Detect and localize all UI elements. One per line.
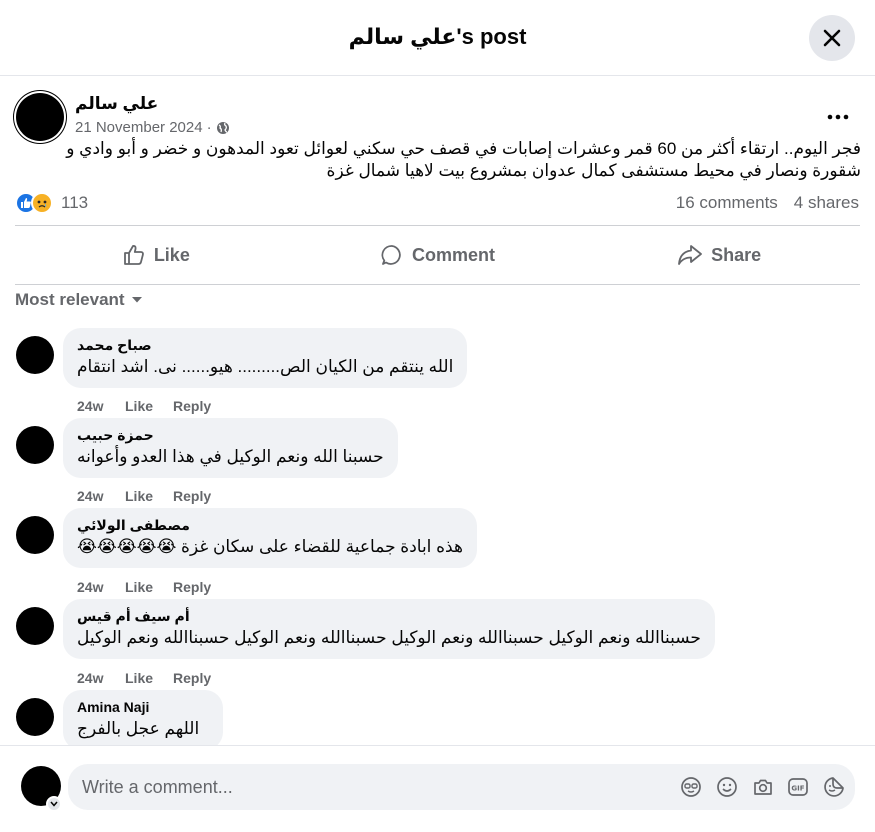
post-meta: 21 November 2024 · xyxy=(75,118,230,138)
comment-text: اللهم عجل بالفرج xyxy=(77,719,200,738)
close-button[interactable] xyxy=(809,15,855,61)
share-button[interactable]: Share xyxy=(578,226,860,284)
comment-time[interactable]: 24w xyxy=(77,579,125,595)
post-text: فجر اليوم.. ارتقاء أكثر من 60 قمر وعشرات… xyxy=(66,139,861,180)
author-avatar[interactable] xyxy=(16,93,64,141)
comment-bubble: مصطفى الولائي هذه ابادة جماعية للقضاء عل… xyxy=(63,508,477,568)
share-label: Share xyxy=(711,244,762,265)
svg-text:GIF: GIF xyxy=(791,785,804,793)
comment-like-button[interactable]: Like xyxy=(125,398,173,414)
comment-like-button[interactable]: Like xyxy=(125,488,173,504)
reactions-summary[interactable]: 113 xyxy=(15,192,88,214)
sticker-icon xyxy=(824,777,844,797)
commenter-name[interactable]: مصطفى الولائي xyxy=(77,516,463,534)
comment-bubble: Amina Naji اللهم عجل بالفرج xyxy=(63,690,224,745)
gif-button[interactable]: GIF xyxy=(786,775,810,799)
more-icon xyxy=(827,114,849,120)
comment-reply-button[interactable]: Reply xyxy=(173,670,211,686)
close-icon xyxy=(823,29,841,47)
commenter-avatar[interactable] xyxy=(16,607,54,645)
emoji-icon xyxy=(717,777,737,797)
comment-input[interactable] xyxy=(68,764,668,810)
chevron-down-icon xyxy=(50,801,58,807)
comment-reply-button[interactable]: Reply xyxy=(173,398,211,414)
comment-like-button[interactable]: Like xyxy=(125,670,173,686)
comment-meta: 24w Like Reply xyxy=(77,488,211,504)
shares-count[interactable]: 4 shares xyxy=(794,193,859,213)
photo-button[interactable] xyxy=(751,775,775,799)
comment-bubble: حمزة حبيب حسبنا الله ونعم الوكيل في هذا … xyxy=(63,418,398,478)
comment-meta: 24w Like Reply xyxy=(77,398,211,414)
comment-bubble: أم سيف أم قيس حسبناالله ونعم الوكيل حسبن… xyxy=(63,599,715,659)
comment-icon xyxy=(381,245,401,265)
emoji-button[interactable] xyxy=(715,775,739,799)
author-name[interactable]: علي سالم xyxy=(75,93,158,115)
comment-button[interactable]: Comment xyxy=(297,226,579,284)
comment-meta: 24w Like Reply xyxy=(77,670,211,686)
reaction-count: 113 xyxy=(61,193,89,212)
comment-composer: GIF xyxy=(0,745,875,832)
commenter-name[interactable]: صباح محمد xyxy=(77,336,453,354)
comment-time[interactable]: 24w xyxy=(77,670,125,686)
like-button[interactable]: Like xyxy=(15,226,297,284)
commenter-name[interactable]: حمزة حبيب xyxy=(77,426,384,444)
avatar-sticker-button[interactable] xyxy=(679,775,703,799)
engagement-counts: 16 comments 4 shares xyxy=(676,193,859,213)
comment-meta: 24w Like Reply xyxy=(77,579,211,595)
camera-icon xyxy=(754,779,772,795)
commenter-name[interactable]: Amina Naji xyxy=(77,698,199,716)
comment-text: هذه ابادة جماعية للقضاء على سكان غزة 😭😭😭… xyxy=(77,537,463,556)
post-action-bar: Like Comment Share xyxy=(15,225,860,285)
sort-dropdown[interactable]: Most relevant xyxy=(15,289,143,311)
comment-text: حسبناالله ونعم الوكيل حسبناالله ونعم الو… xyxy=(77,628,701,647)
thumbs-up-icon xyxy=(123,245,144,265)
comment-box: GIF xyxy=(68,764,855,810)
comment-time[interactable]: 24w xyxy=(77,488,125,504)
dialog-title: علي سالم's post xyxy=(348,24,527,49)
meta-separator: · xyxy=(206,119,212,136)
sort-label: Most relevant xyxy=(15,290,125,309)
share-icon xyxy=(678,245,703,265)
globe-icon xyxy=(216,122,229,134)
sad-reaction-icon xyxy=(31,192,53,214)
commenter-avatar[interactable] xyxy=(16,516,54,554)
comment-time[interactable]: 24w xyxy=(77,398,125,414)
like-label: Like xyxy=(153,244,190,265)
gif-icon: GIF xyxy=(788,778,808,796)
caret-down-icon xyxy=(131,297,142,303)
more-options-button[interactable] xyxy=(820,99,856,135)
commenter-avatar[interactable] xyxy=(16,426,54,464)
comment-bubble: صباح محمد الله ينتقم من الكيان الص......… xyxy=(63,328,468,388)
commenter-name[interactable]: أم سيف أم قيس xyxy=(77,607,701,625)
sticker-button[interactable] xyxy=(822,775,846,799)
commenter-avatar[interactable] xyxy=(16,698,54,736)
profile-switch-button[interactable] xyxy=(46,796,62,812)
commenter-avatar[interactable] xyxy=(16,336,54,374)
post-date[interactable]: 21 November 2024 xyxy=(75,118,203,138)
post-dialog: علي سالم's post علي سالم 21 November 202… xyxy=(0,0,875,832)
comment-reply-button[interactable]: Reply xyxy=(173,488,211,504)
comment-like-button[interactable]: Like xyxy=(125,579,173,595)
post-scroll-area[interactable]: علي سالم 21 November 2024 · فجر اليوم.. … xyxy=(0,77,875,745)
comment-text: حسبنا الله ونعم الوكيل في هذا العدو وأعو… xyxy=(77,447,384,466)
comment-text: الله ينتقم من الكيان الص......... هيو...… xyxy=(77,357,454,376)
comment-label: Comment xyxy=(412,244,496,265)
avatar-sticker-icon xyxy=(681,777,701,797)
dialog-header: علي سالم's post xyxy=(0,0,875,76)
comments-count[interactable]: 16 comments xyxy=(676,193,778,213)
comment-reply-button[interactable]: Reply xyxy=(173,579,211,595)
